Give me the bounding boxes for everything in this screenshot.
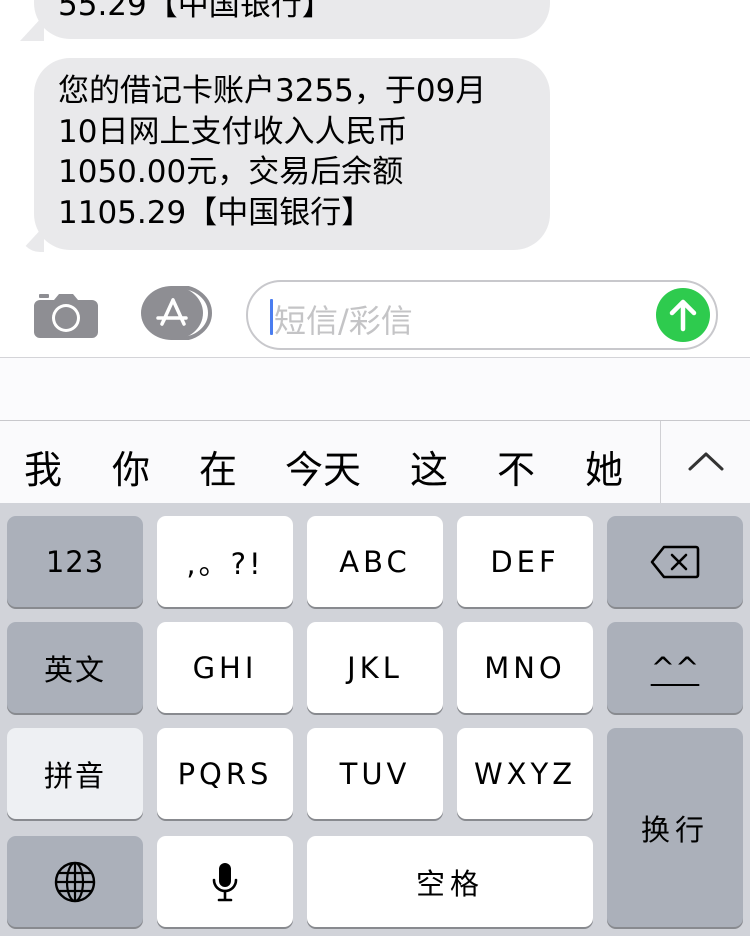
key-mno[interactable]: MNO <box>457 622 593 713</box>
key-label: JKL <box>347 650 403 685</box>
candidate-word[interactable]: 这 <box>410 439 448 494</box>
candidate-word[interactable]: 你 <box>112 439 150 494</box>
key-label: 拼音 <box>43 758 106 793</box>
keyboard: 123 ,。?! ABC DEF 英文 GHI JKL MNO ^^ 拼音 PQ… <box>0 503 750 936</box>
dictation-button[interactable] <box>157 836 293 927</box>
camera-icon[interactable] <box>34 290 98 338</box>
message-line: 您的借记卡账户3255，于09月 <box>58 73 487 109</box>
key-def[interactable]: DEF <box>457 516 593 607</box>
candidate-word[interactable]: 今天 <box>285 439 361 494</box>
message-input-placeholder: 短信/彩信 <box>274 302 413 340</box>
key-punctuation[interactable]: ,。?! <box>157 516 293 607</box>
key-123[interactable]: 123 <box>7 516 143 607</box>
composition-area <box>0 358 750 420</box>
arrow-up-icon <box>669 299 697 332</box>
key-english[interactable]: 英文 <box>7 622 143 713</box>
send-button[interactable] <box>656 288 710 342</box>
key-pinyin[interactable]: 拼音 <box>7 728 143 819</box>
key-label: ABC <box>339 544 411 579</box>
key-label: PQRS <box>177 756 273 791</box>
text-caret <box>270 299 273 335</box>
key-label: DEF <box>490 544 560 579</box>
key-ghi[interactable]: GHI <box>157 622 293 713</box>
key-label: ,。?! <box>186 546 264 581</box>
microphone-icon <box>212 862 238 901</box>
message-bubble-latest[interactable]: 您的借记卡账户3255，于09月 10日网上支付收入人民币 1050.00元，交… <box>34 58 550 250</box>
globe-icon <box>54 861 96 902</box>
key-pqrs[interactable]: PQRS <box>157 728 293 819</box>
key-label: 换行 <box>640 812 709 847</box>
key-label: MNO <box>484 650 566 685</box>
message-text: 55.29【中国银行】 <box>58 0 333 23</box>
key-emoticon[interactable]: ^^ <box>607 622 743 713</box>
message-line: 1050.00元，交易后余额 <box>58 154 404 190</box>
message-input-bar: 短信/彩信 <box>0 270 750 358</box>
key-tuv[interactable]: TUV <box>307 728 443 819</box>
message-input[interactable]: 短信/彩信 <box>246 280 718 350</box>
globe-button[interactable] <box>7 836 143 927</box>
key-abc[interactable]: ABC <box>307 516 443 607</box>
key-wxyz[interactable]: WXYZ <box>457 728 593 819</box>
candidate-word[interactable]: 在 <box>199 439 237 494</box>
expand-candidates-button[interactable] <box>661 421 750 503</box>
key-label: ^^ <box>650 650 700 685</box>
key-label: GHI <box>192 650 258 685</box>
key-label: 空格 <box>415 866 484 901</box>
candidate-word[interactable]: 她 <box>585 439 623 494</box>
message-line: 1105.29【中国银行】 <box>58 194 373 231</box>
candidate-word[interactable]: 我 <box>24 439 62 494</box>
key-jkl[interactable]: JKL <box>307 622 443 713</box>
key-label: 英文 <box>43 652 106 687</box>
candidate-word[interactable]: 不 <box>497 439 535 494</box>
chevron-up-icon <box>688 452 724 471</box>
app-store-icon[interactable] <box>140 285 212 341</box>
return-button[interactable]: 换行 <box>607 728 743 927</box>
space-bar[interactable]: 空格 <box>307 836 593 927</box>
key-label: 123 <box>45 544 105 579</box>
delete-button[interactable] <box>607 516 743 607</box>
candidate-bar: 我 你 在 今天 这 不 她 <box>0 421 750 503</box>
message-bubble-previous[interactable]: 55.29【中国银行】 <box>34 0 550 39</box>
message-line: 10日网上支付收入人民币 <box>58 113 408 150</box>
key-label: TUV <box>339 756 411 791</box>
delete-backspace-icon <box>650 545 700 578</box>
key-label: WXYZ <box>473 756 577 791</box>
